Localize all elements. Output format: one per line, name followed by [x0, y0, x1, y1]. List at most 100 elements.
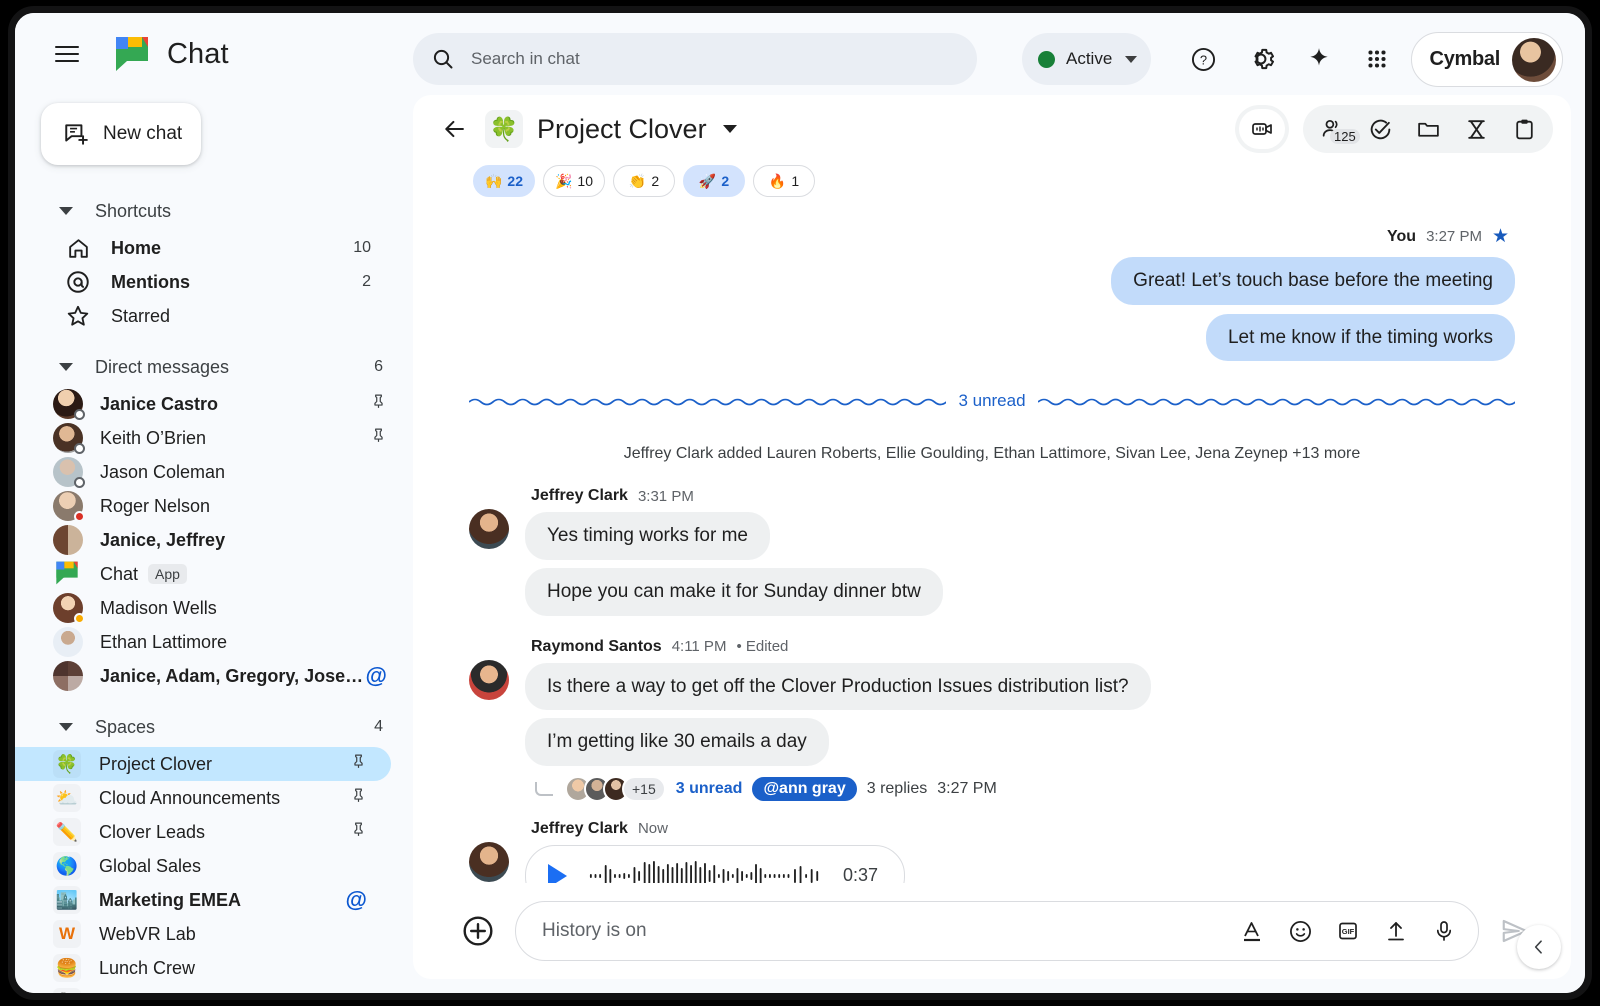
huddle-icon[interactable] — [1239, 109, 1285, 149]
sidebar-item-ram-q1[interactable]: 🐑 RAM Q1 — [15, 985, 391, 993]
thread-summary[interactable]: +15 3 unread @ann gray 3 replies 3:27 PM — [525, 776, 1515, 802]
reaction-row: 🙌 22 🎉 10 👏 2 🚀 2 🔥 1 — [469, 165, 1515, 197]
chevron-down-icon[interactable] — [723, 125, 737, 133]
star-outline-icon — [65, 303, 91, 329]
sidebar-item-marketing-emea[interactable]: 🏙️ Marketing EMEA @ — [15, 883, 391, 917]
pin-icon[interactable] — [370, 427, 387, 449]
thread-time: 3:27 PM — [937, 780, 997, 798]
sidebar-item-janice-castro[interactable]: Janice Castro — [15, 387, 413, 421]
help-icon[interactable]: ? — [1181, 37, 1225, 81]
account-chip[interactable]: Cymbal — [1411, 32, 1563, 87]
sidebar-item-chat-app[interactable]: Chat App — [15, 557, 413, 591]
sidebar-item-roger-nelson[interactable]: Roger Nelson — [15, 489, 413, 523]
sidebar-item-madison-wells[interactable]: Madison Wells — [15, 591, 413, 625]
reaction-chip[interactable]: 👏 2 — [613, 165, 675, 197]
sidebar-section-shortcuts[interactable]: Shortcuts — [15, 191, 413, 231]
search-placeholder: Search in chat — [471, 49, 580, 69]
gemini-sparkle-icon[interactable] — [1297, 37, 1341, 81]
sidebar-item-label: Chat — [100, 564, 138, 585]
sidebar-item-project-clover[interactable]: 🍀 Project Clover — [15, 747, 391, 781]
sidebar-item-jason-coleman[interactable]: Jason Coleman — [15, 455, 413, 489]
sidebar-item-ethan-lattimore[interactable]: Ethan Lattimore — [15, 625, 413, 659]
pin-icon[interactable] — [350, 753, 367, 775]
space-emoji-icon: 🍔 — [53, 954, 81, 982]
new-chat-button[interactable]: New chat — [41, 103, 201, 165]
sidebar-item-cloud-announcements[interactable]: ⛅ Cloud Announcements — [15, 781, 391, 815]
add-plus-icon[interactable] — [457, 910, 499, 952]
thread-hook-icon — [535, 782, 553, 796]
sidebar-item-keith-obrien[interactable]: Keith O’Brien — [15, 421, 413, 455]
message-bubble[interactable]: Is there a way to get off the Clover Pro… — [525, 663, 1151, 711]
reaction-chip[interactable]: 🔥 1 — [753, 165, 815, 197]
back-arrow-icon[interactable] — [435, 109, 475, 149]
thread-unread-count: 3 unread — [676, 780, 743, 798]
gif-icon[interactable]: GIF — [1334, 917, 1362, 945]
sidebar-item-mentions[interactable]: Mentions 2 — [23, 265, 397, 299]
sidebar-item-group-janice-adam-gregory[interactable]: Janice, Adam, Gregory, Jose… @ — [15, 659, 413, 693]
pin-icon[interactable] — [350, 821, 367, 843]
sidebar-item-janice-jeffrey[interactable]: Janice, Jeffrey — [15, 523, 413, 557]
space-emoji-icon: ⛅ — [53, 784, 81, 812]
clipboard-icon[interactable] — [1501, 109, 1547, 149]
status-selector[interactable]: Active — [1022, 33, 1151, 85]
sidebar-item-label: Roger Nelson — [100, 496, 387, 517]
members-icon[interactable]: 125 — [1309, 109, 1355, 149]
sidebar-section-spaces[interactable]: Spaces 4 — [15, 707, 413, 747]
reaction-count: 1 — [791, 173, 799, 189]
message-bubble[interactable]: Let me know if the timing works — [1206, 314, 1515, 362]
avatar — [53, 525, 83, 555]
upload-attachment-icon[interactable] — [1382, 917, 1410, 945]
sidebar-item-count: 2 — [362, 273, 371, 291]
search-input[interactable]: Search in chat — [413, 33, 977, 85]
sidebar-item-starred[interactable]: Starred — [23, 299, 397, 333]
hamburger-menu-icon[interactable] — [43, 30, 91, 78]
reaction-chip[interactable]: 🚀 2 — [683, 165, 745, 197]
app-badge: App — [148, 564, 187, 584]
message-input[interactable]: History is on — [515, 901, 1479, 961]
avatar[interactable] — [1512, 38, 1556, 82]
audio-message-player[interactable]: 0:37 — [525, 845, 905, 883]
message-list[interactable]: 🙌 22 🎉 10 👏 2 🚀 2 🔥 1 — [413, 163, 1571, 883]
message-bubble[interactable]: Yes timing works for me — [525, 512, 770, 560]
reaction-chip[interactable]: 🎉 10 — [543, 165, 605, 197]
message-bubble[interactable]: I’m getting like 30 emails a day — [525, 718, 829, 766]
hourglass-icon[interactable] — [1453, 109, 1499, 149]
collapse-panel-button[interactable] — [1517, 925, 1561, 969]
avatar[interactable] — [469, 842, 509, 882]
star-filled-icon[interactable]: ★ — [1492, 225, 1509, 248]
reaction-count: 2 — [721, 173, 729, 189]
emoji-icon[interactable] — [1286, 917, 1314, 945]
avatar[interactable] — [469, 509, 509, 549]
files-folder-icon[interactable] — [1405, 109, 1451, 149]
play-icon[interactable] — [548, 864, 567, 883]
sidebar-section-direct-messages[interactable]: Direct messages 6 — [15, 347, 413, 387]
reaction-count: 2 — [651, 173, 659, 189]
apps-grid-icon[interactable] — [1355, 37, 1399, 81]
thread-mention-chip[interactable]: @ann gray — [752, 777, 856, 801]
microphone-icon[interactable] — [1430, 917, 1458, 945]
message-time: 3:27 PM — [1426, 228, 1482, 245]
sidebar-item-clover-leads[interactable]: ✏️ Clover Leads — [15, 815, 391, 849]
tasks-check-icon[interactable] — [1357, 109, 1403, 149]
header-actions: 125 — [1235, 105, 1553, 153]
sidebar-item-label: Clover Leads — [99, 822, 350, 843]
settings-gear-icon[interactable] — [1239, 37, 1283, 81]
message-time: Now — [638, 820, 668, 837]
sidebar-item-global-sales[interactable]: 🌎 Global Sales — [15, 849, 391, 883]
pin-icon[interactable] — [370, 393, 387, 415]
reaction-chip[interactable]: 🙌 22 — [473, 165, 535, 197]
avatar — [53, 423, 83, 453]
avatar[interactable] — [469, 660, 509, 700]
message-bubble[interactable]: Hope you can make it for Sunday dinner b… — [525, 568, 943, 616]
format-text-icon[interactable] — [1238, 917, 1266, 945]
unread-divider: 3 unread — [469, 391, 1515, 411]
sidebar-item-home[interactable]: Home 10 — [23, 231, 397, 265]
top-icon-group: ? — [1181, 37, 1399, 81]
sidebar-item-webvr-lab[interactable]: W WebVR Lab — [15, 917, 391, 951]
message-author: Jeffrey Clark — [531, 820, 628, 838]
message-bubble[interactable]: Great! Let’s touch base before the meeti… — [1111, 257, 1515, 305]
chevron-down-icon — [59, 723, 73, 731]
audio-waveform[interactable] — [589, 859, 821, 883]
pin-icon[interactable] — [350, 787, 367, 809]
sidebar-item-lunch-crew[interactable]: 🍔 Lunch Crew — [15, 951, 391, 985]
